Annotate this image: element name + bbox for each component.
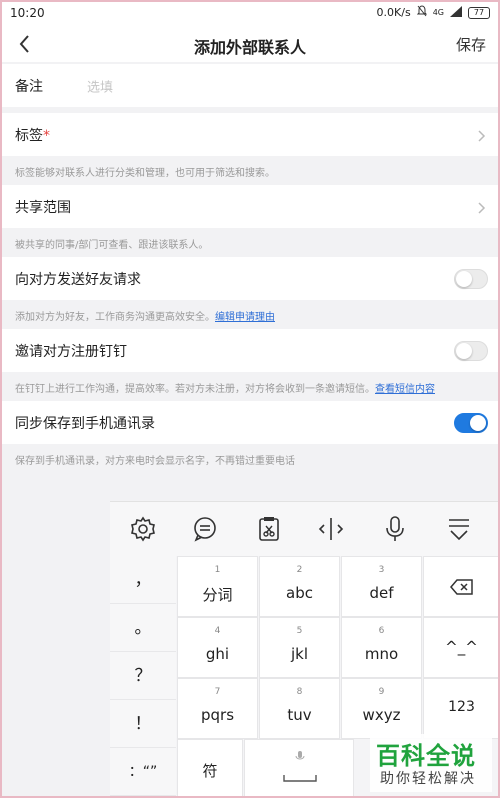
key-3[interactable]: 3 def (341, 556, 422, 617)
key-1[interactable]: 1 分词 (177, 556, 258, 617)
symbol-key-period[interactable]: 。 (110, 604, 176, 652)
friend-request-hint: 添加对方为好友，工作商务沟通更高效安全。编辑申请理由 (15, 308, 275, 323)
symbol-column: ， 。 ？ ！ ：“” (110, 556, 176, 798)
symbols-key[interactable]: 符 (177, 739, 243, 798)
key-number: 2 (296, 565, 303, 575)
site-watermark: 百科全说 助你轻松解决 (370, 734, 492, 792)
space-key[interactable] (244, 739, 354, 798)
emoticon-key[interactable]: ^_^ (423, 617, 500, 678)
key-label: abc (286, 584, 313, 602)
save-button[interactable]: 保存 (456, 34, 486, 55)
chevron-right-icon (476, 128, 486, 142)
key-9[interactable]: 9 wxyz (341, 678, 422, 739)
share-scope-hint: 被共享的同事/部门可查看、跟进该联系人。 (15, 240, 209, 251)
friend-request-label: 向对方发送好友请求 (15, 271, 141, 288)
key-label: mno (364, 645, 399, 663)
cursor-icon[interactable] (316, 514, 346, 544)
keyboard-toolbar (110, 502, 500, 556)
key-4[interactable]: 4 ghi (177, 617, 258, 678)
sync-contacts-row: 同步保存到手机通讯录 (0, 401, 500, 444)
clipboard-icon[interactable] (254, 514, 284, 544)
key-label: tuv (287, 706, 312, 724)
invite-register-row: 邀请对方注册钉钉 (0, 329, 500, 372)
sync-contacts-toggle[interactable] (454, 412, 488, 433)
space-bar-icon (283, 768, 317, 787)
required-mark: * (43, 127, 50, 144)
symbol-key-question[interactable]: ？ (110, 652, 176, 700)
tags-row[interactable]: 标签* (0, 113, 500, 156)
backspace-icon (450, 579, 474, 599)
backspace-key[interactable] (423, 556, 500, 617)
page-title: 添加外部联系人 (193, 38, 306, 57)
key-label: pqrs (200, 706, 235, 724)
key-label: 分词 (202, 586, 233, 604)
tags-label: 标签* (15, 125, 50, 145)
symbol-key-colon-quote[interactable]: ：“” (110, 748, 176, 796)
chevron-right-icon (476, 200, 486, 214)
key-label: 123 (448, 699, 475, 715)
key-2[interactable]: 2 abc (259, 556, 340, 617)
key-number: 3 (378, 565, 385, 575)
microphone-icon[interactable] (380, 514, 410, 544)
invite-hint-text: 在钉钉上进行工作沟通，提高效率。若对方未注册，对方将会收到一条邀请短信。 (15, 384, 375, 395)
share-scope-row[interactable]: 共享范围 (0, 185, 500, 228)
key-number: 1 (214, 565, 221, 575)
invite-register-hint: 在钉钉上进行工作沟通，提高效率。若对方未注册，对方将会收到一条邀请短信。查看短信… (15, 380, 435, 395)
key-7[interactable]: 7 pqrs (177, 678, 258, 739)
key-number: 5 (296, 626, 303, 636)
tags-hint: 标签能够对联系人进行分类和管理，也可用于筛选和搜索。 (15, 168, 275, 179)
toggle-knob (456, 342, 472, 359)
watermark-title: 百科全说 (376, 742, 476, 770)
key-label: 符 (202, 762, 218, 780)
symbol-key-exclamation[interactable]: ！ (110, 700, 176, 748)
share-scope-label: 共享范围 (15, 199, 71, 216)
watermark-subtitle: 助你轻松解决 (380, 771, 476, 787)
emoji-icon[interactable] (190, 514, 220, 544)
key-6[interactable]: 6 mno (341, 617, 422, 678)
key-label: def (369, 584, 394, 602)
key-label: ghi (205, 645, 230, 663)
remark-input[interactable]: 选填 (87, 76, 113, 95)
key-number: 9 (378, 687, 385, 697)
key-number: 8 (296, 687, 303, 697)
status-bar: 10:20 0.0K/s 4G 77 (0, 0, 500, 26)
signal-label: 4G (432, 8, 444, 17)
mute-icon (416, 5, 427, 20)
network-speed: 0.0K/s (376, 6, 411, 19)
friend-request-toggle[interactable] (454, 268, 488, 289)
battery-icon: 77 (468, 6, 490, 19)
remark-row[interactable]: 备注 选填 (0, 64, 500, 107)
sync-contacts-hint: 保存到手机通讯录，对方来电时会显示名字，不再错过重要电话 (15, 456, 295, 467)
nav-bar: 添加外部联系人 保存 (0, 26, 500, 62)
hide-keyboard-icon[interactable] (444, 514, 474, 544)
microphone-icon (295, 748, 305, 767)
edit-reason-link[interactable]: 编辑申请理由 (215, 312, 275, 323)
invite-register-toggle[interactable] (454, 340, 488, 361)
signal-icon (450, 5, 462, 20)
key-number: 4 (214, 626, 221, 636)
key-5[interactable]: 5 jkl (259, 617, 340, 678)
key-label: jkl (290, 645, 309, 663)
symbol-key-comma[interactable]: ， (110, 556, 176, 604)
settings-icon[interactable] (128, 514, 158, 544)
view-sms-link[interactable]: 查看短信内容 (375, 384, 435, 395)
sync-contacts-label: 同步保存到手机通讯录 (15, 415, 155, 432)
status-indicators: 0.0K/s 4G 77 (377, 5, 490, 20)
key-number: 7 (214, 687, 221, 697)
key-number: 6 (378, 626, 385, 636)
toggle-knob (470, 414, 486, 431)
numbers-key[interactable]: 123 (423, 678, 500, 739)
key-label: wxyz (362, 706, 401, 724)
status-time: 10:20 (10, 6, 45, 20)
tags-label-text: 标签 (15, 127, 43, 144)
key-8[interactable]: 8 tuv (259, 678, 340, 739)
friend-request-hint-text: 添加对方为好友，工作商务沟通更高效安全。 (15, 312, 215, 323)
remark-label: 备注 (15, 78, 43, 95)
invite-register-label: 邀请对方注册钉钉 (15, 343, 127, 360)
toggle-knob (456, 270, 472, 287)
friend-request-row: 向对方发送好友请求 (0, 257, 500, 300)
key-label: ^_^ (445, 638, 478, 656)
